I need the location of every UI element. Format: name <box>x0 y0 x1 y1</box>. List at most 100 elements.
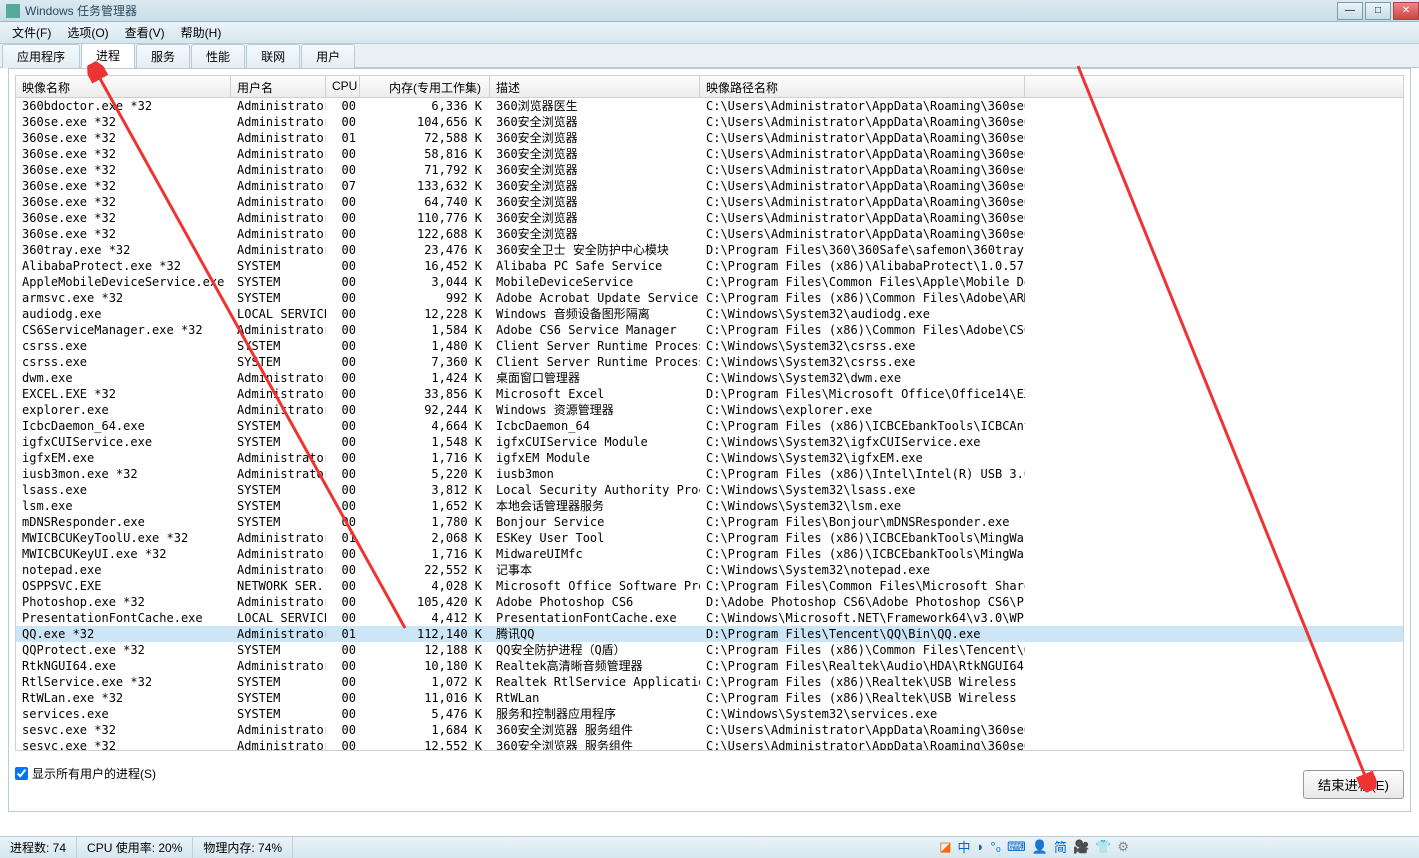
cell-cpu: 00 <box>326 546 360 562</box>
menu-help[interactable]: 帮助(H) <box>173 22 230 43</box>
table-row[interactable]: audiodg.exeLOCAL SERVICE0012,228 KWindow… <box>16 306 1403 322</box>
cell-cpu: 00 <box>326 386 360 402</box>
table-row[interactable]: services.exeSYSTEM005,476 K服务和控制器应用程序C:\… <box>16 706 1403 722</box>
table-row[interactable]: csrss.exeSYSTEM001,480 KClient Server Ru… <box>16 338 1403 354</box>
show-all-users-checkbox[interactable] <box>15 767 28 780</box>
table-row[interactable]: QQProtect.exe *32SYSTEM0012,188 KQQ安全防护进… <box>16 642 1403 658</box>
cell-desc: 服务和控制器应用程序 <box>490 706 700 722</box>
table-row[interactable]: 360se.exe *32Administrator0058,816 K360安… <box>16 146 1403 162</box>
table-row[interactable]: AlibabaProtect.exe *32SYSTEM0016,452 KAl… <box>16 258 1403 274</box>
table-row[interactable]: armsvc.exe *32SYSTEM00992 KAdobe Acrobat… <box>16 290 1403 306</box>
cell-cpu: 00 <box>326 482 360 498</box>
close-button[interactable]: ✕ <box>1393 2 1419 20</box>
table-row[interactable]: AppleMobileDeviceService.exeSYSTEM003,04… <box>16 274 1403 290</box>
cell-name: notepad.exe <box>16 562 231 578</box>
tab-performance[interactable]: 性能 <box>191 44 245 68</box>
tab-users[interactable]: 用户 <box>301 44 355 68</box>
cell-name: RtkNGUI64.exe <box>16 658 231 674</box>
col-image-path[interactable]: 映像路径名称 <box>700 76 1025 97</box>
table-row[interactable]: explorer.exeAdministrator0092,244 KWindo… <box>16 402 1403 418</box>
table-row[interactable]: lsm.exeSYSTEM001,652 K本地会话管理器服务C:\Window… <box>16 498 1403 514</box>
table-row[interactable]: dwm.exeAdministrator001,424 K桌面窗口管理器C:\W… <box>16 370 1403 386</box>
table-row[interactable]: MWICBCUKeyToolU.exe *32Administrator012,… <box>16 530 1403 546</box>
tray-icon[interactable]: ⚙ <box>1117 839 1129 855</box>
tab-processes[interactable]: 进程 <box>81 43 135 68</box>
table-row[interactable]: lsass.exeSYSTEM003,812 KLocal Security A… <box>16 482 1403 498</box>
statusbar: 进程数: 74 CPU 使用率: 20% 物理内存: 74% <box>0 836 1419 858</box>
cell-cpu: 00 <box>326 146 360 162</box>
tray-icon[interactable]: 简 <box>1054 837 1067 856</box>
menu-view[interactable]: 查看(V) <box>117 22 173 43</box>
table-row[interactable]: IcbcDaemon_64.exeSYSTEM004,664 KIcbcDaem… <box>16 418 1403 434</box>
table-row[interactable]: notepad.exeAdministrator0022,552 K记事本C:\… <box>16 562 1403 578</box>
cell-mem: 1,072 K <box>360 674 490 690</box>
table-row[interactable]: OSPPSVC.EXENETWORK SER...004,028 KMicros… <box>16 578 1403 594</box>
tab-networking[interactable]: 联网 <box>246 44 300 68</box>
tray-icon[interactable]: 👕 <box>1095 839 1111 855</box>
minimize-button[interactable]: — <box>1337 2 1363 20</box>
cell-user: NETWORK SER... <box>231 578 326 594</box>
tab-applications[interactable]: 应用程序 <box>2 44 80 68</box>
table-row[interactable]: sesvc.exe *32Administrator001,684 K360安全… <box>16 722 1403 738</box>
table-row[interactable]: 360se.exe *32Administrator0064,740 K360安… <box>16 194 1403 210</box>
table-row[interactable]: 360bdoctor.exe *32Administrator006,336 K… <box>16 98 1403 114</box>
menu-options[interactable]: 选项(O) <box>59 22 116 43</box>
cell-mem: 992 K <box>360 290 490 306</box>
table-row[interactable]: Photoshop.exe *32Administrator00105,420 … <box>16 594 1403 610</box>
table-row[interactable]: PresentationFontCache.exeLOCAL SERVICE00… <box>16 610 1403 626</box>
table-row[interactable]: RtlService.exe *32SYSTEM001,072 KRealtek… <box>16 674 1403 690</box>
table-row[interactable]: 360se.exe *32Administrator00104,656 K360… <box>16 114 1403 130</box>
maximize-button[interactable]: □ <box>1365 2 1391 20</box>
cell-mem: 2,068 K <box>360 530 490 546</box>
menubar: 文件(F) 选项(O) 查看(V) 帮助(H) <box>0 22 1419 44</box>
cell-name: igfxEM.exe <box>16 450 231 466</box>
table-row[interactable]: csrss.exeSYSTEM007,360 KClient Server Ru… <box>16 354 1403 370</box>
table-row[interactable]: igfxCUIService.exeSYSTEM001,548 KigfxCUI… <box>16 434 1403 450</box>
table-row[interactable]: iusb3mon.exe *32Administrator005,220 Kiu… <box>16 466 1403 482</box>
col-image-name[interactable]: 映像名称 <box>16 76 231 97</box>
tray-icon[interactable]: 🎥 <box>1073 839 1089 855</box>
tray-icon[interactable]: ◗ <box>977 839 985 854</box>
cell-mem: 23,476 K <box>360 242 490 258</box>
col-description[interactable]: 描述 <box>490 76 700 97</box>
cell-user: Administrator <box>231 130 326 146</box>
table-row[interactable]: 360tray.exe *32Administrator0023,476 K36… <box>16 242 1403 258</box>
cell-desc: Realtek RtlService Application <box>490 674 700 690</box>
cell-path: C:\Windows\System32\csrss.exe <box>700 354 1025 370</box>
menu-file[interactable]: 文件(F) <box>4 22 59 43</box>
table-row[interactable]: QQ.exe *32Administrator01112,140 K腾讯QQD:… <box>16 626 1403 642</box>
table-row[interactable]: EXCEL.EXE *32Administrator0033,856 KMicr… <box>16 386 1403 402</box>
table-row[interactable]: 360se.exe *32Administrator07133,632 K360… <box>16 178 1403 194</box>
tray-icon[interactable]: °₀ <box>990 839 1001 854</box>
cell-mem: 4,664 K <box>360 418 490 434</box>
table-header: 映像名称 用户名 CPU 内存(专用工作集) 描述 映像路径名称 <box>16 76 1403 98</box>
cell-desc: IcbcDaemon_64 <box>490 418 700 434</box>
table-row[interactable]: 360se.exe *32Administrator0172,588 K360安… <box>16 130 1403 146</box>
table-row[interactable]: CS6ServiceManager.exe *32Administrator00… <box>16 322 1403 338</box>
table-row[interactable]: igfxEM.exeAdministrator001,716 KigfxEM M… <box>16 450 1403 466</box>
tray-icon[interactable]: 👤 <box>1032 839 1048 855</box>
cell-name: OSPPSVC.EXE <box>16 578 231 594</box>
table-row[interactable]: RtkNGUI64.exeAdministrator0010,180 KReal… <box>16 658 1403 674</box>
table-body[interactable]: 360bdoctor.exe *32Administrator006,336 K… <box>16 98 1403 750</box>
tab-services[interactable]: 服务 <box>136 44 190 68</box>
tray-icon[interactable]: 中 <box>958 837 971 856</box>
end-process-button[interactable]: 结束进程(E) <box>1303 770 1404 799</box>
tray-icon[interactable]: ◪ <box>939 839 951 855</box>
table-row[interactable]: MWICBCUKeyUI.exe *32Administrator001,716… <box>16 546 1403 562</box>
col-cpu[interactable]: CPU <box>326 76 360 97</box>
table-row[interactable]: RtWLan.exe *32SYSTEM0011,016 KRtWLanC:\P… <box>16 690 1403 706</box>
show-all-users-label: 显示所有用户的进程(S) <box>32 765 156 782</box>
cell-path: C:\Program Files\Bonjour\mDNSResponder.e… <box>700 514 1025 530</box>
status-process-count: 进程数: 74 <box>0 837 77 858</box>
cell-user: SYSTEM <box>231 338 326 354</box>
tray-icon[interactable]: ⌨ <box>1007 839 1026 855</box>
table-row[interactable]: 360se.exe *32Administrator00110,776 K360… <box>16 210 1403 226</box>
col-memory[interactable]: 内存(专用工作集) <box>360 76 490 97</box>
table-row[interactable]: sesvc.exe *32Administrator0012,552 K360安… <box>16 738 1403 750</box>
col-user-name[interactable]: 用户名 <box>231 76 326 97</box>
cell-cpu: 00 <box>326 450 360 466</box>
table-row[interactable]: 360se.exe *32Administrator00122,688 K360… <box>16 226 1403 242</box>
table-row[interactable]: mDNSResponder.exeSYSTEM001,780 KBonjour … <box>16 514 1403 530</box>
table-row[interactable]: 360se.exe *32Administrator0071,792 K360安… <box>16 162 1403 178</box>
